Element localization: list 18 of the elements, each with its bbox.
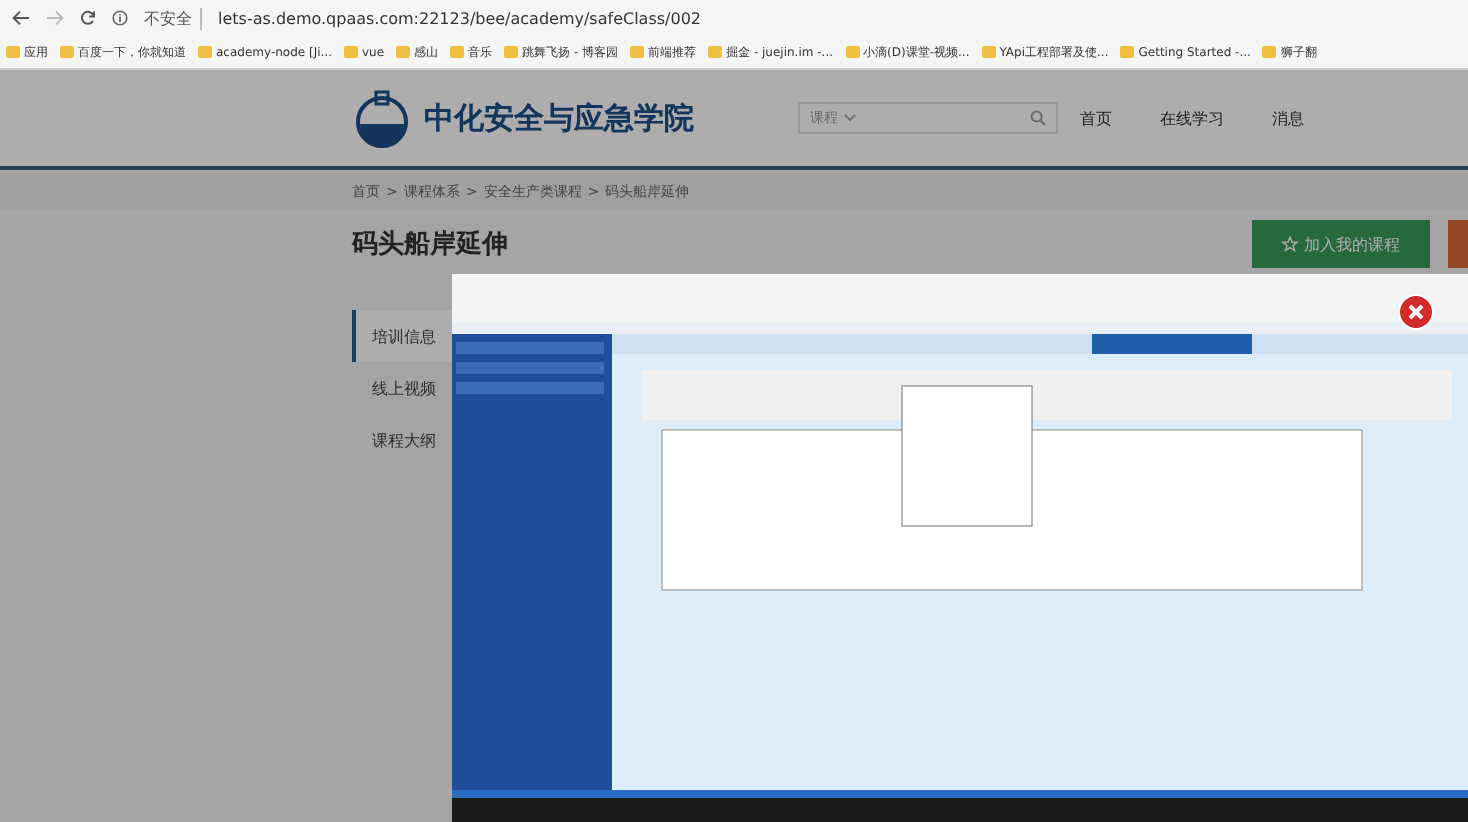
close-icon <box>1406 302 1426 322</box>
star-icon <box>1282 236 1298 252</box>
flask-logo-icon <box>352 88 412 148</box>
nav-link[interactable]: 首页 <box>1080 107 1112 129</box>
course-title: 码头船岸延伸 <box>352 228 508 262</box>
course-tab[interactable]: 线上视频 <box>352 362 452 414</box>
academy-logo-text: 中化安全与应急学院 <box>424 99 694 137</box>
reload-icon[interactable] <box>80 10 96 26</box>
url-text[interactable]: lets-as.demo.qpaas.com:22123/bee/academy/safeClass/002 <box>218 9 701 27</box>
back-icon[interactable] <box>12 10 30 26</box>
caret-icon <box>844 114 856 122</box>
nav-link[interactable]: 消息 <box>1272 107 1304 129</box>
course-tab[interactable]: 课程大纲 <box>352 414 452 466</box>
nav-link[interactable]: 在线学习 <box>1160 107 1224 129</box>
course-tab[interactable]: 培训信息 <box>352 310 452 362</box>
info-icon[interactable] <box>112 10 128 26</box>
security-indicator[interactable]: 不安全 <box>144 7 202 29</box>
search-icon[interactable] <box>1030 110 1046 126</box>
